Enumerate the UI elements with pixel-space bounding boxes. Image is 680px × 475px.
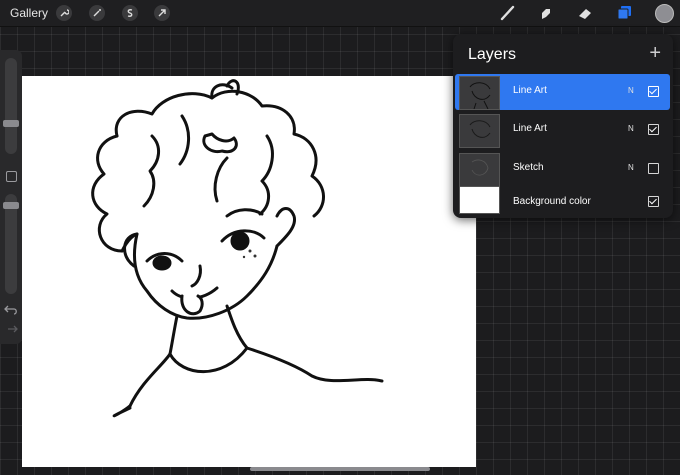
add-layer-button[interactable]: + [649, 43, 661, 63]
layer-name: Line Art [513, 123, 547, 134]
drawing-canvas[interactable] [22, 76, 476, 467]
layer-thumbnail [459, 153, 500, 187]
layers-panel: Layers + Line Art N Line Art N Sketch N … [453, 34, 673, 218]
layer-thumbnail [459, 114, 500, 148]
brush-size-knob[interactable] [3, 120, 19, 127]
layers-icon[interactable] [614, 3, 636, 23]
undo-icon[interactable] [4, 302, 18, 320]
layers-title: Layers [468, 46, 517, 63]
layer-name: Background color [513, 196, 591, 207]
redo-icon[interactable] [4, 322, 18, 340]
gallery-button[interactable]: Gallery [10, 6, 48, 20]
layer-row-sketch[interactable]: Sketch N [455, 151, 670, 187]
color-picker-button[interactable] [655, 4, 674, 23]
opacity-slider[interactable] [3, 194, 19, 294]
opacity-knob[interactable] [3, 202, 19, 209]
smudge-icon[interactable] [535, 3, 557, 23]
brush-size-slider[interactable] [3, 58, 19, 154]
blend-mode-button[interactable]: N [628, 163, 634, 172]
layer-thumbnail [459, 186, 500, 214]
visibility-checkbox[interactable] [648, 86, 659, 97]
visibility-checkbox[interactable] [648, 124, 659, 135]
eraser-icon[interactable] [574, 3, 596, 23]
layer-name: Line Art [513, 85, 547, 96]
home-indicator [250, 467, 430, 471]
visibility-checkbox[interactable] [648, 196, 659, 207]
brush-icon[interactable] [497, 3, 519, 23]
selection-icon[interactable] [122, 5, 138, 21]
line-art-drawing [91, 79, 384, 418]
wrench-icon[interactable] [56, 5, 72, 21]
blend-mode-button[interactable]: N [628, 124, 634, 133]
transform-arrow-icon[interactable] [154, 5, 170, 21]
layer-row-line-art-active[interactable]: Line Art N [455, 74, 670, 110]
layer-thumbnail [459, 76, 500, 110]
top-toolbar: Gallery [0, 0, 680, 27]
magic-wand-icon[interactable] [89, 5, 105, 21]
layer-row-line-art[interactable]: Line Art N [455, 112, 670, 148]
modify-button[interactable] [6, 171, 17, 182]
blend-mode-button[interactable]: N [628, 86, 634, 95]
visibility-checkbox[interactable] [648, 163, 659, 174]
brush-sidebar [0, 50, 22, 344]
layer-row-background-color[interactable]: Background color [455, 186, 670, 222]
layer-name: Sketch [513, 162, 544, 173]
